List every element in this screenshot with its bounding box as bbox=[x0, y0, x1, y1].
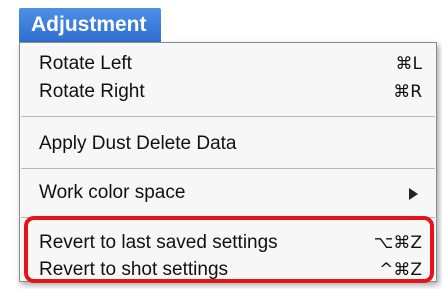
highlight-box bbox=[24, 216, 434, 283]
submenu-arrow-icon bbox=[409, 188, 418, 200]
menu-item-label: Apply Dust Delete Data bbox=[39, 133, 237, 154]
menu-item-shortcut: ⌘L bbox=[395, 54, 422, 74]
menu-item-shortcut: ⌘R bbox=[393, 82, 422, 102]
screen: Adjustment Rotate Left ⌘L Rotate Right ⌘… bbox=[0, 0, 442, 289]
menu-item-label: Work color space bbox=[39, 182, 186, 203]
menu-item-work-color-space[interactable]: Work color space bbox=[39, 178, 422, 208]
menu-item-rotate-left[interactable]: Rotate Left ⌘L bbox=[39, 49, 422, 79]
menu-title-adjustment[interactable]: Adjustment bbox=[19, 8, 161, 42]
menu-item-label: Rotate Right bbox=[39, 81, 145, 102]
menu-separator bbox=[21, 116, 435, 117]
menu-item-rotate-right[interactable]: Rotate Right ⌘R bbox=[39, 77, 422, 107]
menu-separator bbox=[21, 168, 435, 169]
menu-item-apply-dust-delete-data[interactable]: Apply Dust Delete Data bbox=[39, 129, 422, 159]
menu-item-label: Rotate Left bbox=[39, 53, 132, 74]
